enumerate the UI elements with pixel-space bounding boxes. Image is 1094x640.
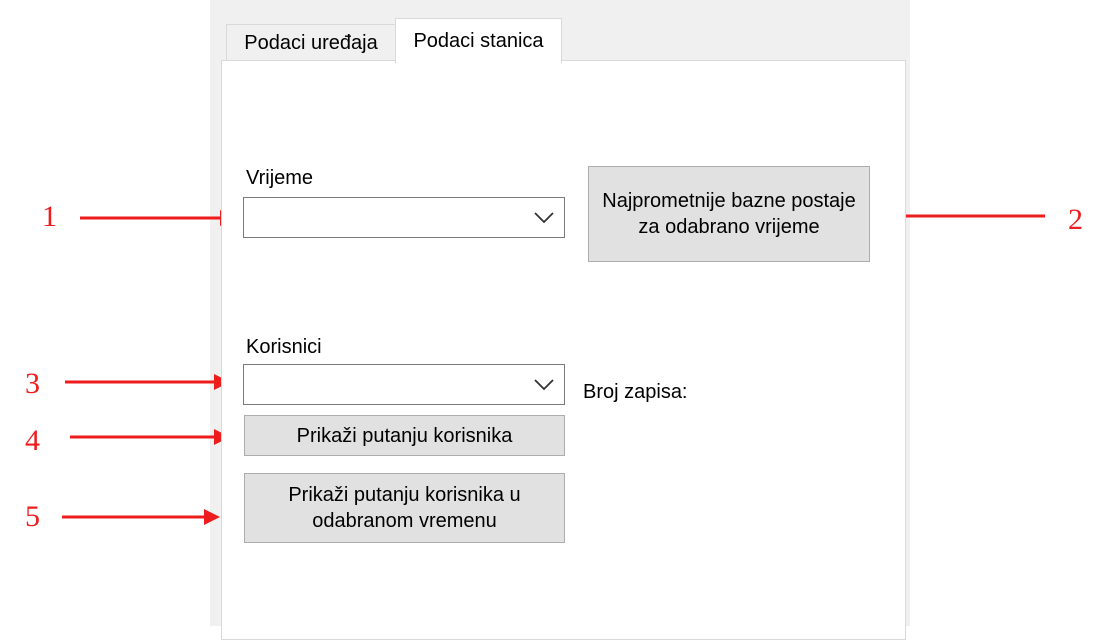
- time-label: Vrijeme: [246, 167, 314, 189]
- time-combobox[interactable]: [243, 197, 565, 238]
- tab-label: Podaci stanica: [413, 29, 544, 52]
- arrow-right-icon: [80, 210, 236, 226]
- arrow-right-icon: [65, 374, 230, 390]
- arrow-right-icon: [70, 429, 230, 445]
- chevron-down-icon: [534, 211, 554, 223]
- record-count-label: Broj zapisa:: [583, 381, 688, 403]
- arrow-right-icon: [62, 509, 220, 525]
- chevron-down-icon: [534, 378, 554, 390]
- tab-panel: [221, 60, 906, 640]
- show-user-path-button[interactable]: Prikaži putanju korisnika: [244, 415, 565, 456]
- show-user-path-time-button[interactable]: Prikaži putanju korisnika u odabranom vr…: [244, 473, 565, 543]
- busiest-stations-button[interactable]: Najprometnije bazne postaje za odabrano …: [588, 166, 870, 262]
- tab-podaci-stanica[interactable]: Podaci stanica: [395, 18, 562, 63]
- users-label: Korisnici: [246, 336, 322, 358]
- arrow-left-icon: [888, 208, 1045, 224]
- users-combobox[interactable]: [243, 364, 565, 405]
